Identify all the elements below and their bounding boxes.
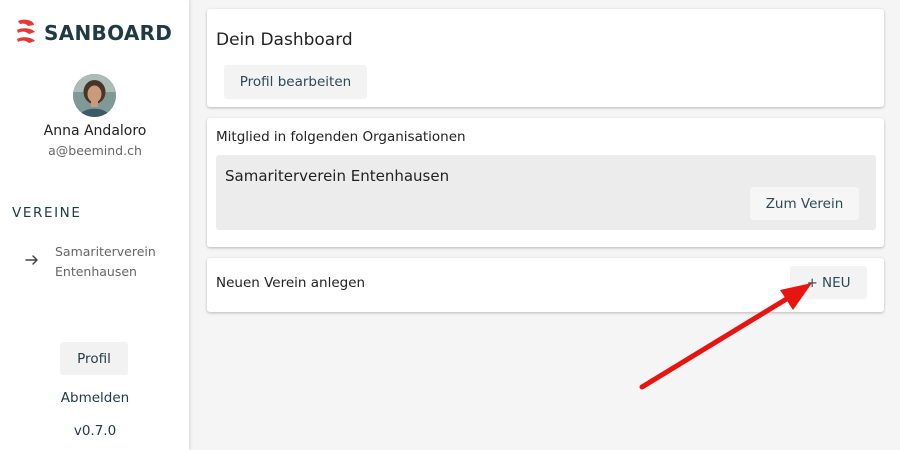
go-to-club-button[interactable]: Zum Verein xyxy=(750,187,859,220)
create-club-card: Neuen Verein anlegen + NEU xyxy=(207,258,884,312)
sanboard-logo-icon xyxy=(17,19,35,43)
version-label: v0.7.0 xyxy=(73,423,117,439)
memberships-card: Mitglied in folgenden Organisationen Sam… xyxy=(207,118,884,247)
brand-name: SANBOARD xyxy=(44,21,173,45)
profile-button[interactable]: Profil xyxy=(60,342,128,375)
new-club-button[interactable]: + NEU xyxy=(790,266,867,299)
avatar[interactable] xyxy=(73,74,116,117)
sidebar-item-samariterverein[interactable]: Samariterverein Entenhausen xyxy=(24,242,175,282)
user-name: Anna Andaloro xyxy=(43,123,147,139)
user-email: a@beemind.ch xyxy=(48,143,142,158)
memberships-title: Mitglied in folgenden Organisationen xyxy=(216,129,466,145)
arrow-right-icon xyxy=(25,255,38,265)
dashboard-card: Dein Dashboard Profil bearbeiten xyxy=(207,9,884,107)
clubs-section-title: VEREINE xyxy=(12,205,82,221)
user-avatar-photo xyxy=(73,74,116,117)
create-club-label: Neuen Verein anlegen xyxy=(216,275,366,291)
brand[interactable]: SANBOARD xyxy=(14,18,172,48)
logout-link[interactable]: Abmelden xyxy=(0,390,190,406)
page-title: Dein Dashboard xyxy=(216,30,353,50)
organization-name: Samariterverein Entenhausen xyxy=(225,167,450,185)
sidebar-item-label: Samariterverein Entenhausen xyxy=(55,244,156,279)
edit-profile-button[interactable]: Profil bearbeiten xyxy=(224,65,367,99)
sidebar: SANBOARD Anna Andaloro a@beemind.ch VERE… xyxy=(0,0,190,450)
organization-item: Samariterverein Entenhausen Zum Verein xyxy=(216,155,876,230)
